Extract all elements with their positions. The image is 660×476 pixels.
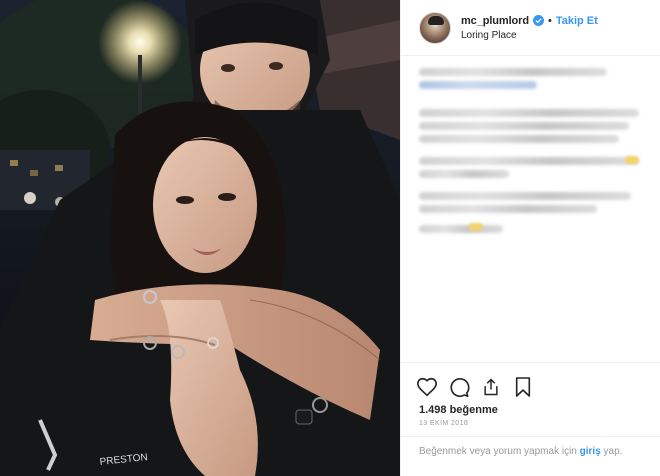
blurred-line <box>419 192 631 200</box>
blurred-emoji <box>469 223 483 231</box>
blurred-line <box>419 135 619 143</box>
post-header: mc_plumlord • Takip Et Loring Place <box>401 0 660 56</box>
username-link[interactable]: mc_plumlord <box>461 15 529 27</box>
blurred-line <box>419 68 607 76</box>
blurred-line <box>419 225 503 233</box>
login-link[interactable]: giriş <box>580 446 601 457</box>
comment-icon[interactable] <box>447 375 471 399</box>
login-prompt: Beğenmek veya yorum yapmak için giriş ya… <box>401 436 660 476</box>
blurred-line <box>419 81 537 89</box>
blurred-line <box>419 109 639 117</box>
blurred-emoji <box>625 156 639 164</box>
location-link[interactable]: Loring Place <box>461 30 598 41</box>
action-bar <box>401 362 660 408</box>
likes-count[interactable]: 1.498 beğenme <box>419 404 498 416</box>
separator-dot: • <box>547 14 552 27</box>
blurred-line <box>419 170 509 178</box>
blurred-caption <box>419 68 647 238</box>
login-tail-text: yap. <box>603 446 623 457</box>
post-sidebar: mc_plumlord • Takip Et Loring Place 1.49… <box>400 0 660 476</box>
bookmark-icon[interactable] <box>511 375 535 399</box>
heart-icon[interactable] <box>415 375 439 399</box>
blurred-line <box>419 122 629 130</box>
login-prompt-text: Beğenmek veya yorum yapmak için <box>419 446 577 457</box>
post-date: 13 EKİM 2018 <box>419 420 469 427</box>
share-icon[interactable] <box>479 375 503 399</box>
blurred-line <box>419 205 597 213</box>
follow-button[interactable]: Takip Et <box>556 15 598 27</box>
post-photo[interactable]: PRESTON <box>0 0 400 476</box>
photo-illustration: PRESTON <box>0 0 400 476</box>
avatar[interactable] <box>419 11 451 44</box>
verified-badge-icon <box>532 15 544 26</box>
blurred-line <box>419 157 639 165</box>
header-text: mc_plumlord • Takip Et Loring Place <box>461 15 598 41</box>
header-row: mc_plumlord • Takip Et <box>461 15 598 27</box>
